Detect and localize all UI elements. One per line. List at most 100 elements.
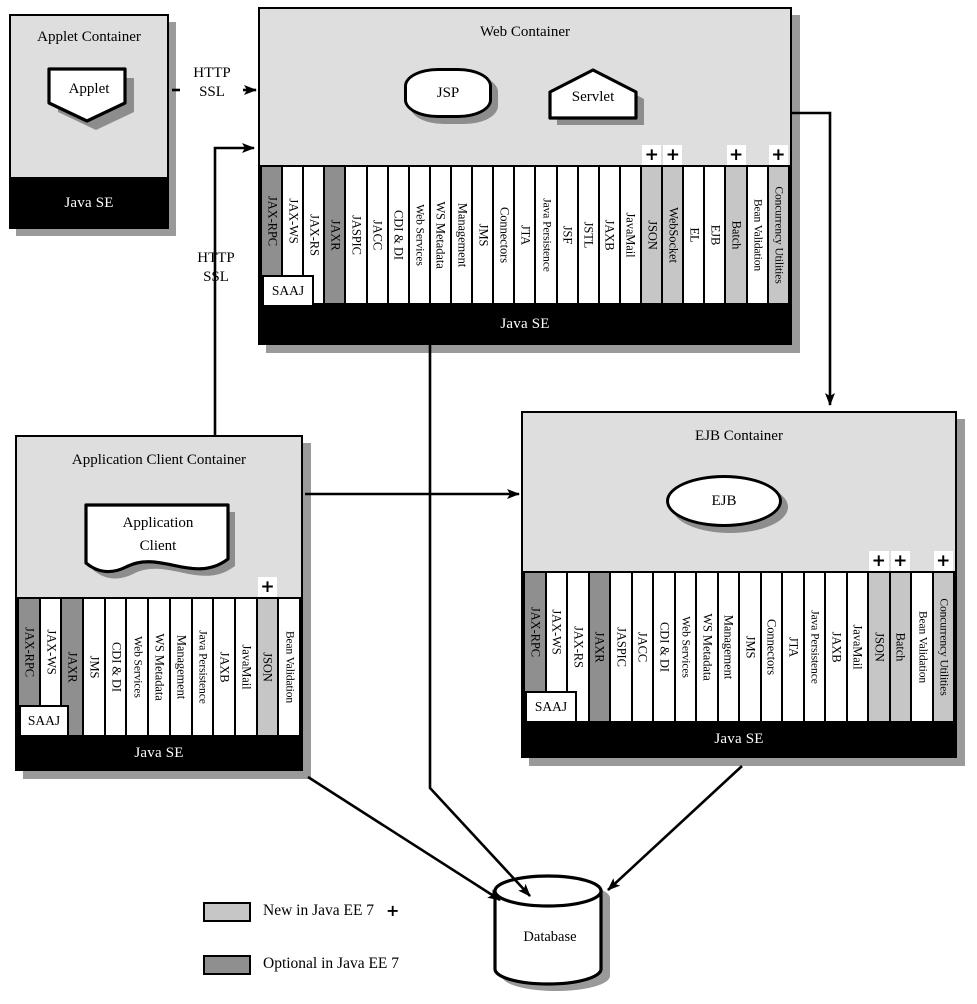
api-column-ejb[interactable]: EJB [705,167,725,303]
api-column-jms[interactable]: JMS [84,599,104,735]
api-column-jms[interactable]: JMS [740,573,760,721]
api-column-label: JMS [475,223,490,247]
api-column-label: JAXR [328,219,343,251]
ejb-java-se-bar: Java SE [523,723,955,756]
api-column-label: JAXB [217,651,232,683]
web-container-saaj[interactable]: SAAJ [262,275,314,307]
api-column-label: JACC [635,631,650,663]
api-column-label: JSF [560,225,575,245]
api-column-jax-ws[interactable]: JAX-WS [283,167,303,275]
api-column-bean-validation[interactable]: Bean Validation [747,167,767,303]
web-container-api-strip: JAX-RPC JAX-WS JAX-RS JAXR JASPIC JACC CDI & D… [260,165,790,305]
api-column-label: JAX-RPC [22,626,37,678]
api-column-jax-rpc[interactable]: JAX-RPC [525,573,545,691]
api-column-management[interactable]: Management [718,573,738,721]
api-column-connectors[interactable]: Connectors [494,167,514,303]
api-column-label: JAX-RS [307,214,322,256]
api-column-web-services[interactable]: Web Services [409,167,429,303]
api-column-label: WS Metadata [700,613,714,681]
api-column-label: Java Persistence [540,198,553,272]
web-java-se-label: Java SE [500,315,550,332]
api-column-label: Management [454,202,469,268]
api-column-json[interactable]: JSON [641,167,662,303]
api-column-jstl[interactable]: JSTL [578,167,598,303]
api-column-jaxb[interactable]: JAXB [599,167,619,303]
api-column-javamail[interactable]: JavaMail [235,599,256,735]
api-column-jacc[interactable]: JACC [632,573,652,721]
api-column-label: JavaMail [850,624,865,670]
api-column-websocket[interactable]: WebSocket [663,167,683,303]
api-column-json[interactable]: JSON [257,599,278,735]
api-column-jax-ws[interactable]: JAX-WS [546,573,566,691]
api-column-ws-metadata[interactable]: WS Metadata [697,573,717,721]
api-column-label: JavaMail [623,212,638,258]
api-column-json[interactable]: JSON [869,573,889,721]
new-in-ee7-plus-marker: + [869,551,889,571]
api-column-cdi-di[interactable]: CDI & DI [388,167,408,303]
api-column-label: JAX-WS [43,629,58,675]
api-column-web-services[interactable]: Web Services [675,573,695,721]
api-column-cdi-di[interactable]: CDI & DI [105,599,126,735]
api-column-jta[interactable]: JTA [515,167,535,303]
api-column-ws-metadata[interactable]: WS Metadata [430,167,450,303]
api-column-java-persistence[interactable]: Java Persistence [192,599,213,735]
api-column-jax-ws[interactable]: JAX-WS [40,599,61,705]
api-column-label: Web Services [679,616,692,678]
api-column-jta[interactable]: JTA [783,573,803,721]
ejb-saaj-label: SAAJ [534,699,568,714]
ejb-oval-label: EJB [711,492,737,509]
api-column-label: JSON [644,220,659,250]
api-column-jax-rpc[interactable]: JAX-RPC [262,167,282,275]
jsp-shape[interactable]: JSP [404,68,492,118]
api-column-label: JSTL [581,221,596,249]
api-column-batch[interactable]: Batch [890,573,910,721]
api-column-jax-rpc[interactable]: JAX-RPC [19,599,39,705]
api-column-bean-validation[interactable]: Bean Validation [912,573,932,721]
wire-appclient-to-database [307,775,501,902]
app-client-java-se-label: Java SE [134,744,184,761]
ejb-java-se-label: Java SE [714,731,764,747]
api-column-management[interactable]: Management [170,599,191,735]
api-column-jaspic[interactable]: JASPIC [611,573,631,721]
app-client-saaj[interactable]: SAAJ [19,705,69,737]
api-column-java-persistence[interactable]: Java Persistence [536,167,556,303]
applet-shape-label: Applet [68,81,110,97]
api-column-jaxb[interactable]: JAXB [826,573,846,721]
api-column-ws-metadata[interactable]: WS Metadata [149,599,169,735]
api-column-jsf[interactable]: JSF [557,167,577,303]
api-column-jms[interactable]: JMS [473,167,493,303]
ejb-container-title: EJB Container [695,428,783,444]
api-column-connectors[interactable]: Connectors [761,573,781,721]
api-column-jaspic[interactable]: JASPIC [346,167,366,303]
api-column-label: Bean Validation [751,198,764,272]
api-column-javamail[interactable]: JavaMail [620,167,640,303]
api-column-concurrency-utilities[interactable]: Concurrency Utilities [768,167,788,303]
api-column-javamail[interactable]: JavaMail [847,573,867,721]
api-column-label: EJB [708,224,723,246]
api-column-label: JTA [786,636,800,658]
new-in-ee7-plus-marker: + [768,145,788,165]
web-java-se-bar: Java SE [260,305,790,343]
api-column-cdi-di[interactable]: CDI & DI [654,573,674,721]
wire-web-to-database [428,345,531,897]
api-column-label: Java Persistence [196,630,209,704]
api-column-java-persistence[interactable]: Java Persistence [804,573,824,721]
api-column-jaxr[interactable]: JAXR [325,167,345,303]
api-column-web-services[interactable]: Web Services [127,599,148,735]
api-column-el[interactable]: EL [684,167,704,303]
api-column-label: Batch [729,220,744,250]
api-column-management[interactable]: Management [451,167,472,303]
ejb-container-saaj[interactable]: SAAJ [525,691,577,723]
api-column-jacc[interactable]: JACC [367,167,387,303]
api-column-label: CDI & DI [391,210,406,260]
ejb-oval[interactable]: EJB [666,475,782,527]
api-column-label: JASPIC [614,627,628,667]
api-column-jaxb[interactable]: JAXB [214,599,234,735]
api-column-batch[interactable]: Batch [726,167,746,303]
api-column-concurrency-utilities[interactable]: Concurrency Utilities [933,573,953,721]
http-ssl-top-label-line1: HTTP [193,65,231,81]
api-column-label: EL [686,227,701,243]
api-column-bean-validation[interactable]: Bean Validation [279,599,299,735]
api-column-label: JAXR [592,631,607,663]
api-column-jaxr[interactable]: JAXR [589,573,609,721]
